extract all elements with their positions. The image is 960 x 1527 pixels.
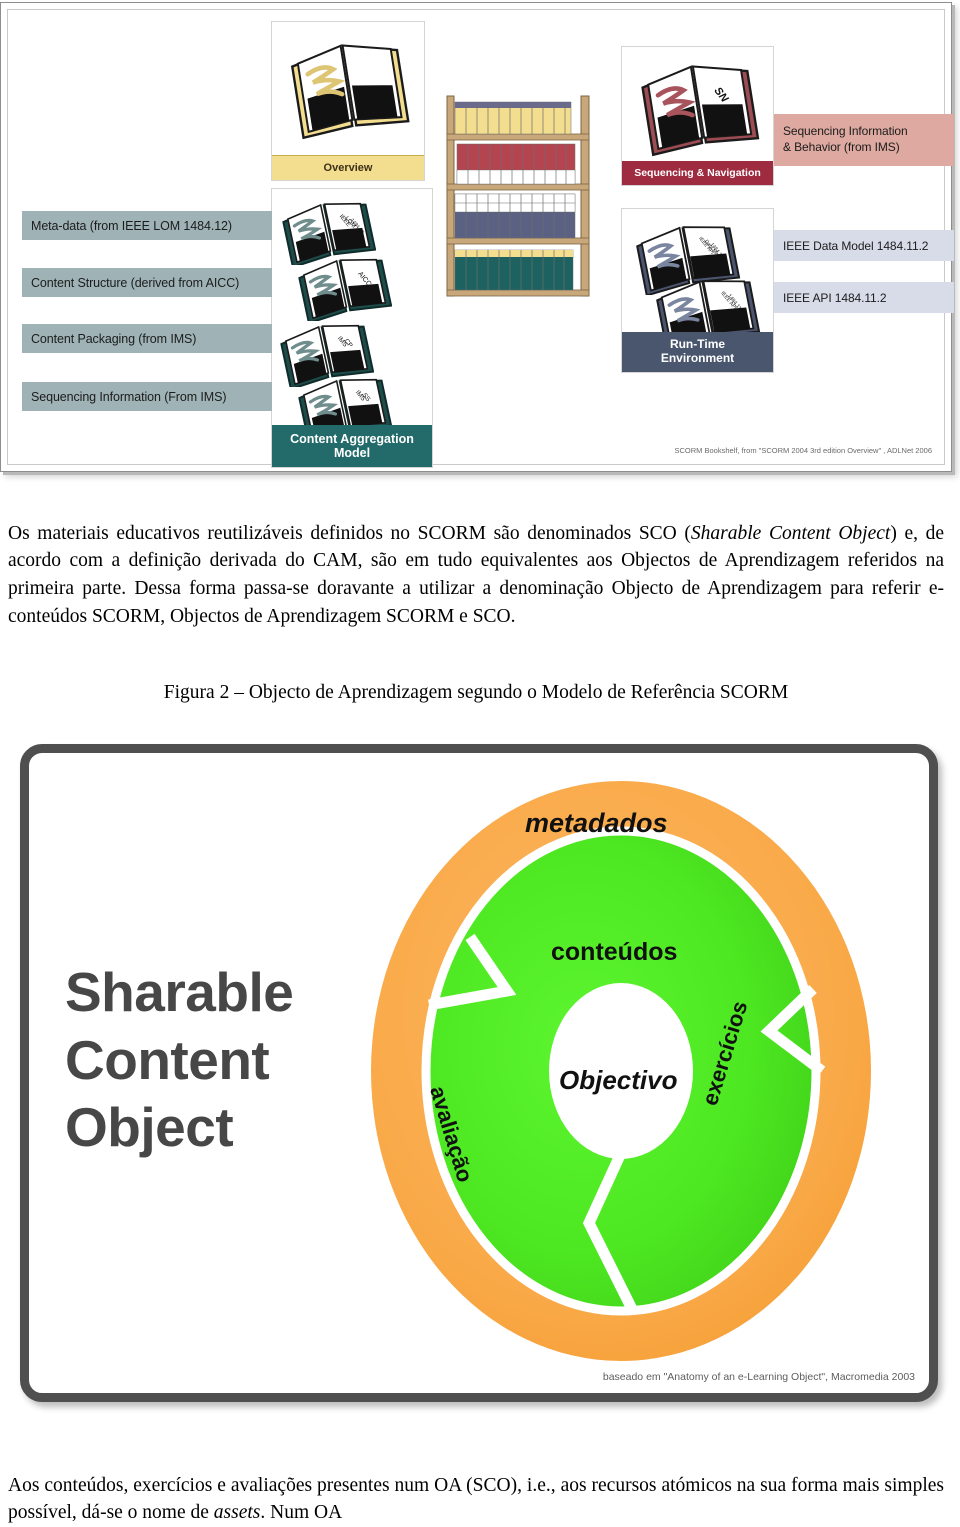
chip-ieee-data-model: IEEE Data Model 1484.11.2: [774, 230, 954, 261]
sco-title-line3: Object: [65, 1096, 234, 1159]
label-conteudos: conteúdos: [551, 938, 678, 966]
para2-part2: . Num OA: [260, 1502, 343, 1524]
panel-cam-label-line2: Model: [333, 446, 371, 460]
para1-italic: Sharable Content Object: [690, 522, 891, 544]
paragraph-assets-definition: Aos conteúdos, exercícios e avaliações p…: [8, 1472, 944, 1527]
panel-overview-label: Overview: [272, 155, 424, 180]
chip-sequencing-information-behavior: Sequencing Information & Behavior (from …: [774, 114, 954, 166]
label-metadados: metadados: [525, 808, 668, 838]
figure1-credit: SCORM Bookshelf, from "SCORM 2004 3rd ed…: [674, 446, 932, 455]
figure-scorm-bookshelf: Overview IEEE LOM 1484.12 AICC IMS CP IM…: [0, 2, 954, 472]
panel-rte-label-line2: Environment: [660, 351, 735, 365]
paragraph-sco-definition: Os materiais educativos reutilizáveis de…: [8, 520, 944, 631]
panel-rte-label: Run-Time Environment: [622, 332, 773, 372]
book-icon-overview: [286, 30, 412, 142]
panel-rte-label-line1: Run-Time: [669, 337, 726, 352]
book-icon-aicc: AICC: [296, 251, 392, 321]
panel-sequencing-navigation: SN Sequencing & Navigation: [621, 46, 774, 186]
sco-title-line2: Content: [65, 1028, 270, 1091]
bookshelf-illustration: [445, 94, 598, 298]
panel-overview: Overview: [271, 21, 425, 181]
panel-cam-label-line1: Content Aggregation: [290, 431, 414, 446]
chip-content-structure: Content Structure (derived from AICC): [22, 268, 272, 297]
panel-content-aggregation-model: IEEE LOM 1484.12 AICC IMS CP IMS SS Cont…: [271, 188, 433, 468]
panel-run-time-environment: IEEE API Data Model 1484.11.2 IEEE API 1…: [621, 208, 774, 373]
sco-title-line1: Sharable: [65, 961, 294, 1023]
chip-sn-info-line1: Sequencing Information: [783, 124, 908, 139]
chip-sn-info-line2: & Behavior (from IMS): [783, 140, 900, 154]
chip-sequencing-information: Sequencing Information (From IMS): [22, 382, 272, 411]
book-icon-sequencing-navigation: SN: [636, 53, 762, 157]
chip-ieee-api: IEEE API 1484.11.2: [774, 282, 954, 313]
figure2-caption: Figura 2 – Objecto de Aprendizagem segun…: [163, 682, 789, 703]
panel-sn-label: Sequencing & Navigation: [622, 161, 773, 185]
chip-meta-data: Meta-data (from IEEE LOM 1484.12): [22, 211, 272, 240]
para1-part1: Os materiais educativos reutilizáveis de…: [8, 522, 691, 544]
panel-cam-label: Content Aggregation Model: [272, 425, 432, 467]
figure2-credit: baseado em "Anatomy of an e-Learning Obj…: [602, 1371, 915, 1383]
sco-title: Sharable Content Object: [65, 959, 355, 1162]
label-objectivo: Objectivo: [559, 1065, 678, 1095]
chip-content-packaging: Content Packaging (from IMS): [22, 324, 272, 353]
para2-part1: Aos conteúdos, exercícios e avaliações p…: [8, 1474, 944, 1524]
para2-italic: assets: [213, 1502, 261, 1524]
figure-sharable-content-object: Sharable Content Object metadados conteú…: [20, 744, 938, 1402]
figure1-inner-frame: Overview IEEE LOM 1484.12 AICC IMS CP IM…: [7, 9, 954, 468]
